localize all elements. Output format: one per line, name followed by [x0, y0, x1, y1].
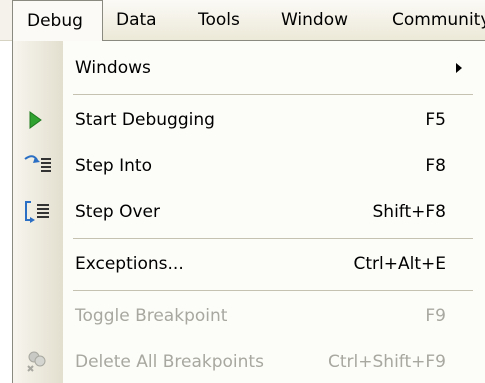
separator: [73, 94, 473, 95]
play-icon: [29, 111, 42, 129]
menu-community[interactable]: Community: [392, 0, 485, 40]
menu-item-label: Toggle Breakpoint: [75, 306, 228, 326]
menu-tools[interactable]: Tools: [198, 0, 240, 40]
submenu-arrow-icon: [456, 63, 462, 73]
delete-breakpoints-icon: [27, 351, 46, 372]
menu-item-label: Step Into: [75, 156, 152, 176]
step-over-icon: [25, 201, 49, 223]
menu-item-shortcut: Ctrl+Alt+E: [353, 254, 447, 274]
menu-item-windows[interactable]: Windows: [13, 45, 485, 91]
menu-item-step-into[interactable]: Step Into F8: [13, 143, 485, 189]
menu-item-shortcut: F8: [425, 156, 446, 176]
menu-item-shortcut: F9: [425, 306, 446, 326]
separator: [73, 290, 473, 291]
menu-item-toggle-breakpoint[interactable]: Toggle Breakpoint F9: [13, 293, 485, 339]
menu-item-shortcut: Ctrl+Shift+F9: [328, 352, 446, 372]
menu-item-label: Exceptions...: [75, 254, 184, 274]
menu-item-shortcut: F5: [425, 110, 446, 130]
menu-item-label: Start Debugging: [75, 110, 215, 130]
menu-item-label: Delete All Breakpoints: [75, 352, 264, 372]
menu-item-shortcut: Shift+F8: [372, 202, 446, 222]
menu-item-start-debugging[interactable]: Start Debugging F5: [13, 97, 485, 143]
menu-bar: Debug Data Tools Window Community: [0, 0, 485, 41]
menu-debug[interactable]: Debug: [12, 0, 103, 41]
menu-window[interactable]: Window: [281, 0, 348, 40]
screen: Debug Data Tools Window Community Window…: [0, 0, 485, 383]
debug-dropdown-menu: Windows Start Debugging F5 Step Into F8 …: [12, 40, 485, 383]
menu-item-exceptions[interactable]: Exceptions... Ctrl+Alt+E: [13, 241, 485, 287]
menu-item-label: Step Over: [75, 202, 160, 222]
menu-item-delete-all-breakpoints[interactable]: Delete All Breakpoints Ctrl+Shift+F9: [13, 339, 485, 383]
menu-item-label: Windows: [75, 58, 151, 78]
menu-data[interactable]: Data: [116, 0, 157, 40]
menu-bar-edge: [0, 0, 12, 40]
menu-item-step-over[interactable]: Step Over Shift+F8: [13, 189, 485, 235]
step-into-icon: [24, 155, 51, 172]
separator: [73, 238, 473, 239]
